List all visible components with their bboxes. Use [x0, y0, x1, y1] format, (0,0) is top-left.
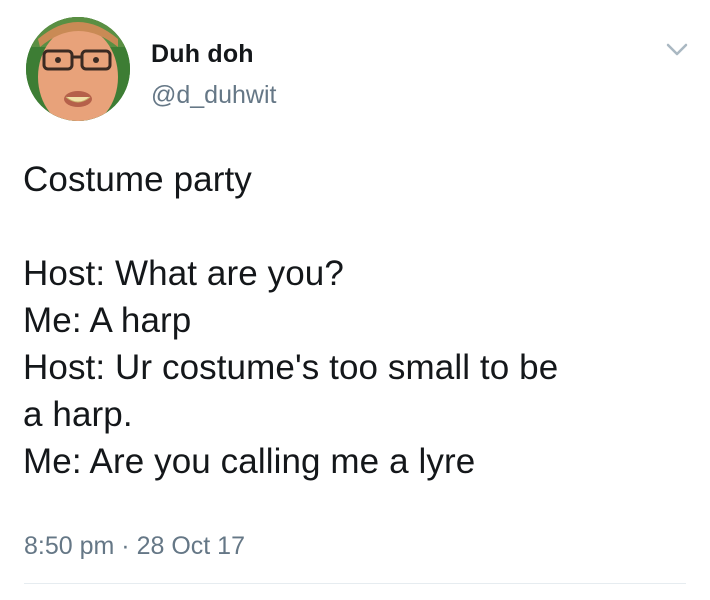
tweet-date: 28 Oct 17 [136, 532, 245, 560]
tweet-line [23, 203, 698, 250]
tweet-line: Host: What are you? [23, 254, 344, 293]
tweet-card: Duh doh @d_duhwit Costume party Host: Wh… [0, 0, 710, 600]
meta-separator: · [121, 532, 130, 560]
tweet-text: Costume party Host: What are you? Me: A … [23, 156, 698, 485]
chevron-down-icon[interactable] [664, 36, 690, 62]
tweet-line: a harp. [23, 395, 133, 434]
author-display-name[interactable]: Duh doh [151, 40, 254, 69]
tweet-line: Me: A harp [23, 301, 192, 340]
tweet-line: Me: Are you calling me a lyre [23, 442, 476, 481]
tweet-time: 8:50 pm [24, 532, 115, 560]
profile-photo [26, 17, 130, 121]
tweet-line: Costume party [23, 160, 252, 199]
tweet-line: Host: Ur costume's too small to be [23, 348, 559, 387]
author-handle[interactable]: @d_duhwit [151, 81, 276, 110]
avatar[interactable] [26, 17, 130, 121]
tweet-timestamp[interactable]: 8:50 pm · 28 Oct 17 [24, 532, 245, 561]
divider [24, 583, 686, 584]
